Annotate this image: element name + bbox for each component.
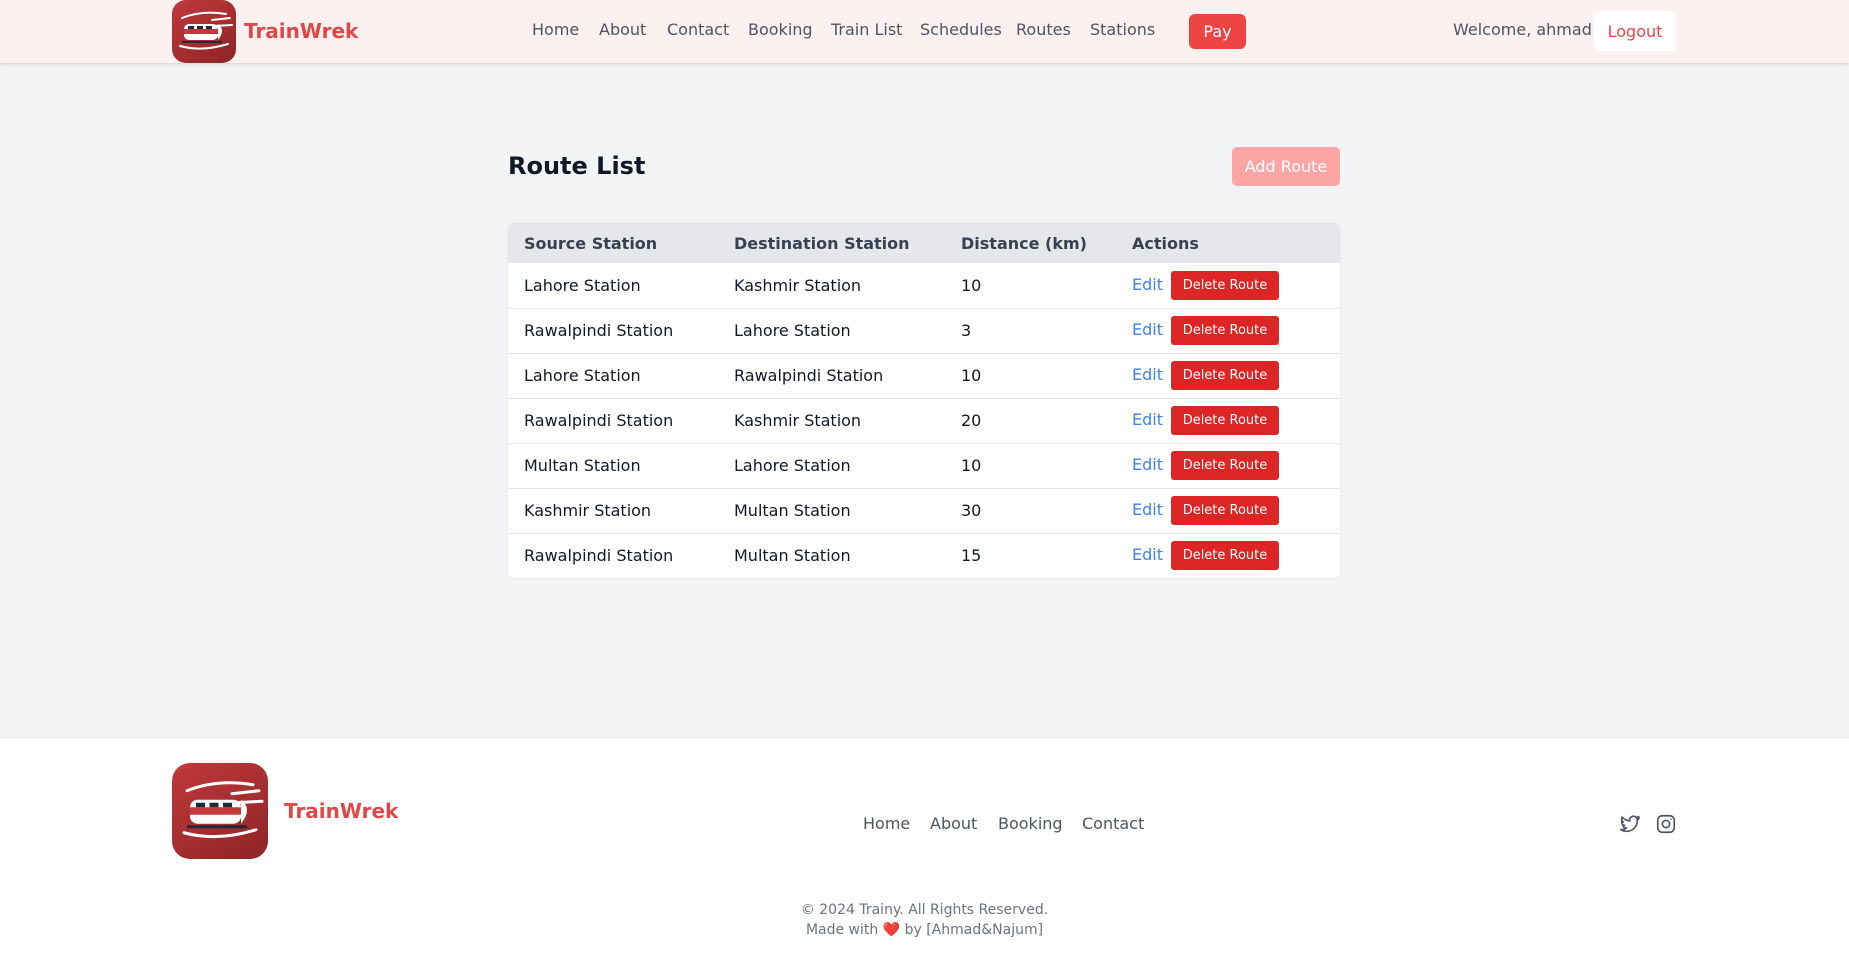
- delete-route-button[interactable]: Delete Route: [1170, 361, 1279, 390]
- copyright-text: © 2024 Trainy. All Rights Reserved.: [800, 902, 1049, 918]
- pay-button[interactable]: Pay: [1189, 14, 1246, 49]
- distance-cell: 3: [961, 321, 972, 340]
- col-actions: Actions: [1132, 233, 1199, 253]
- nav-about[interactable]: About: [599, 20, 646, 39]
- instagram-icon[interactable]: [1655, 813, 1677, 835]
- col-source-station: Source Station: [524, 233, 658, 253]
- heart-icon: ❤️: [882, 922, 901, 938]
- source-station-cell: Rawalpindi Station: [524, 546, 674, 566]
- source-station-cell: Kashmir Station: [524, 501, 652, 520]
- destination-station-cell: Multan Station: [734, 546, 851, 566]
- copyright-block: © 2024 Trainy. All Rights Reserved. Made…: [0, 900, 1849, 940]
- edit-link[interactable]: Edit: [1132, 365, 1163, 384]
- delete-route-button[interactable]: Delete Route: [1170, 451, 1279, 480]
- footer-nav-home[interactable]: Home: [863, 814, 910, 833]
- table-header-row: Source Station Destination Station Dista…: [508, 223, 1340, 263]
- footer-brand-name[interactable]: TrainWrek: [284, 799, 398, 823]
- table-row: Rawalpindi Station Multan Station 15 Edit De…: [508, 533, 1340, 578]
- table-row: Rawalpindi Station Lahore Station 3 Edit Del…: [508, 308, 1340, 353]
- nav-booking[interactable]: Booking: [748, 20, 813, 39]
- brand-name[interactable]: TrainWrek: [244, 19, 358, 43]
- edit-link[interactable]: Edit: [1132, 275, 1163, 294]
- source-station-cell: Lahore Station: [524, 366, 641, 385]
- train-logo-icon[interactable]: [172, 0, 236, 63]
- nav-stations[interactable]: Stations: [1090, 20, 1155, 39]
- footer-train-logo-icon[interactable]: [172, 763, 268, 859]
- nav-routes[interactable]: Routes: [1016, 20, 1071, 39]
- welcome-text: Welcome, ahmad: [1453, 20, 1592, 39]
- table-row: Lahore Station Rawalpindi Station 10 Edit De…: [508, 353, 1340, 398]
- distance-cell: 10: [961, 456, 982, 475]
- footer-nav-about[interactable]: About: [930, 814, 977, 833]
- table-row: Lahore Station Kashmir Station 10 Edit Delet…: [508, 263, 1340, 308]
- made-with-text: Made with ❤️ by [Ahmad&Najum]: [0, 920, 1849, 940]
- route-table: Source Station Destination Station Dista…: [508, 223, 1340, 578]
- distance-cell: 10: [961, 366, 982, 385]
- edit-link[interactable]: Edit: [1132, 500, 1163, 519]
- actions-cell: Edit Delete Route: [1116, 443, 1340, 488]
- actions-cell: Edit Delete Route: [1116, 398, 1340, 443]
- edit-link[interactable]: Edit: [1132, 320, 1163, 339]
- delete-route-button[interactable]: Delete Route: [1170, 406, 1279, 435]
- destination-station-cell: Lahore Station: [734, 321, 851, 340]
- destination-station-cell: Lahore Station: [734, 456, 851, 475]
- footer-nav-booking[interactable]: Booking: [998, 814, 1063, 833]
- nav-home[interactable]: Home: [532, 20, 579, 39]
- made-with-prefix: Made with: [805, 922, 879, 938]
- edit-link[interactable]: Edit: [1132, 410, 1163, 429]
- add-route-button[interactable]: Add Route: [1232, 147, 1340, 186]
- col-destination-station: Destination Station: [734, 233, 910, 253]
- delete-route-button[interactable]: Delete Route: [1170, 541, 1279, 571]
- made-with-suffix: by [Ahmad&Najum]: [904, 922, 1044, 938]
- destination-station-cell: Multan Station: [734, 501, 851, 520]
- distance-cell: 15: [961, 546, 982, 566]
- edit-link[interactable]: Edit: [1132, 545, 1163, 564]
- delete-route-button[interactable]: Delete Route: [1170, 270, 1279, 300]
- destination-station-cell: Rawalpindi Station: [734, 366, 884, 385]
- twitter-icon[interactable]: [1619, 813, 1641, 835]
- nav-schedules[interactable]: Schedules: [920, 20, 1002, 39]
- actions-cell: Edit Delete Route: [1116, 533, 1340, 578]
- delete-route-button[interactable]: Delete Route: [1170, 316, 1279, 345]
- distance-cell: 10: [961, 275, 982, 295]
- actions-cell: Edit Delete Route: [1116, 263, 1340, 308]
- page-title: Route List: [508, 152, 646, 180]
- table-row: Kashmir Station Multan Station 30 Edit Delet…: [508, 488, 1340, 533]
- source-station-cell: Rawalpindi Station: [524, 321, 674, 340]
- edit-link[interactable]: Edit: [1132, 455, 1163, 474]
- source-station-cell: Lahore Station: [524, 275, 641, 295]
- actions-cell: Edit Delete Route: [1116, 488, 1340, 533]
- footer: TrainWrek Home About Booking Contact © 2…: [0, 737, 1849, 956]
- delete-route-button[interactable]: Delete Route: [1170, 496, 1279, 525]
- nav-train-list[interactable]: Train List: [831, 20, 902, 39]
- source-station-cell: Multan Station: [524, 456, 641, 475]
- actions-cell: Edit Delete Route: [1116, 308, 1340, 353]
- distance-cell: 30: [961, 501, 982, 520]
- logout-button[interactable]: Logout: [1594, 11, 1676, 51]
- source-station-cell: Rawalpindi Station: [524, 411, 674, 430]
- distance-cell: 20: [961, 411, 982, 430]
- top-navbar: TrainWrek Home About Contact Booking Tra…: [0, 0, 1849, 63]
- col-distance: Distance (km): [961, 233, 1087, 253]
- destination-station-cell: Kashmir Station: [734, 275, 862, 295]
- destination-station-cell: Kashmir Station: [734, 411, 862, 430]
- nav-contact[interactable]: Contact: [667, 20, 729, 39]
- table-row: Multan Station Lahore Station 10 Edit Delete…: [508, 443, 1340, 488]
- table-row: Rawalpindi Station Kashmir Station 20 Edit D…: [508, 398, 1340, 443]
- actions-cell: Edit Delete Route: [1116, 353, 1340, 398]
- footer-nav-contact[interactable]: Contact: [1082, 814, 1144, 833]
